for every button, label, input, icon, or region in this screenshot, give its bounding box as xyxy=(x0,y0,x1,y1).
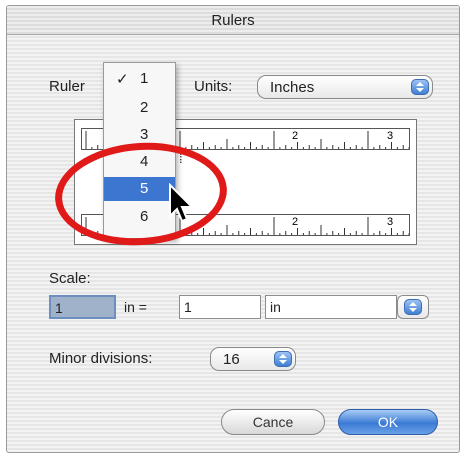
minor-divisions-popup[interactable]: 16 xyxy=(210,347,296,371)
ruler-menu-item-label: 1 xyxy=(140,70,149,87)
bottom-ruler-label-3: 3 xyxy=(387,216,394,228)
cancel-button[interactable]: Cance xyxy=(221,409,325,435)
scale-right-field[interactable]: 1 xyxy=(179,295,261,319)
title-bar: Rulers xyxy=(7,6,459,35)
ruler-label: Ruler xyxy=(49,78,85,95)
minor-divisions-value: 16 xyxy=(223,351,240,368)
top-ruler-label-3: 3 xyxy=(387,130,394,142)
window-title: Rulers xyxy=(211,12,255,29)
scale-unit-value: in xyxy=(270,299,281,315)
units-label: Units: xyxy=(194,78,233,95)
top-ruler-label-2: 2 xyxy=(292,130,299,142)
scale-left-value: 1 xyxy=(55,300,63,316)
ruler-menu-item-label: 3 xyxy=(140,126,149,143)
popup-arrows-icon xyxy=(274,351,292,367)
ruler-menu-item-1[interactable]: ✓ 1 xyxy=(104,67,175,91)
popup-arrows-icon xyxy=(404,299,422,315)
ruler-menu-item-2[interactable]: 2 xyxy=(104,96,175,120)
ruler-menu-item-label: 2 xyxy=(140,99,149,116)
scale-unit-field[interactable]: in xyxy=(265,295,397,319)
checkmark-icon: ✓ xyxy=(116,71,129,88)
minor-divisions-label: Minor divisions: xyxy=(49,350,153,367)
popup-arrows-icon xyxy=(411,79,429,95)
units-value: Inches xyxy=(270,79,315,96)
scale-equals-label: in = xyxy=(124,299,147,315)
bottom-ruler-label-2: 2 xyxy=(292,216,299,228)
scale-left-field[interactable]: 1 xyxy=(49,295,116,319)
scale-label: Scale: xyxy=(49,270,91,287)
units-popup[interactable]: Inches xyxy=(257,75,433,99)
mouse-pointer-icon xyxy=(169,183,195,223)
scale-right-value: 1 xyxy=(184,299,192,315)
scale-unit-popup[interactable] xyxy=(397,295,429,319)
ok-button[interactable]: OK xyxy=(338,409,438,435)
